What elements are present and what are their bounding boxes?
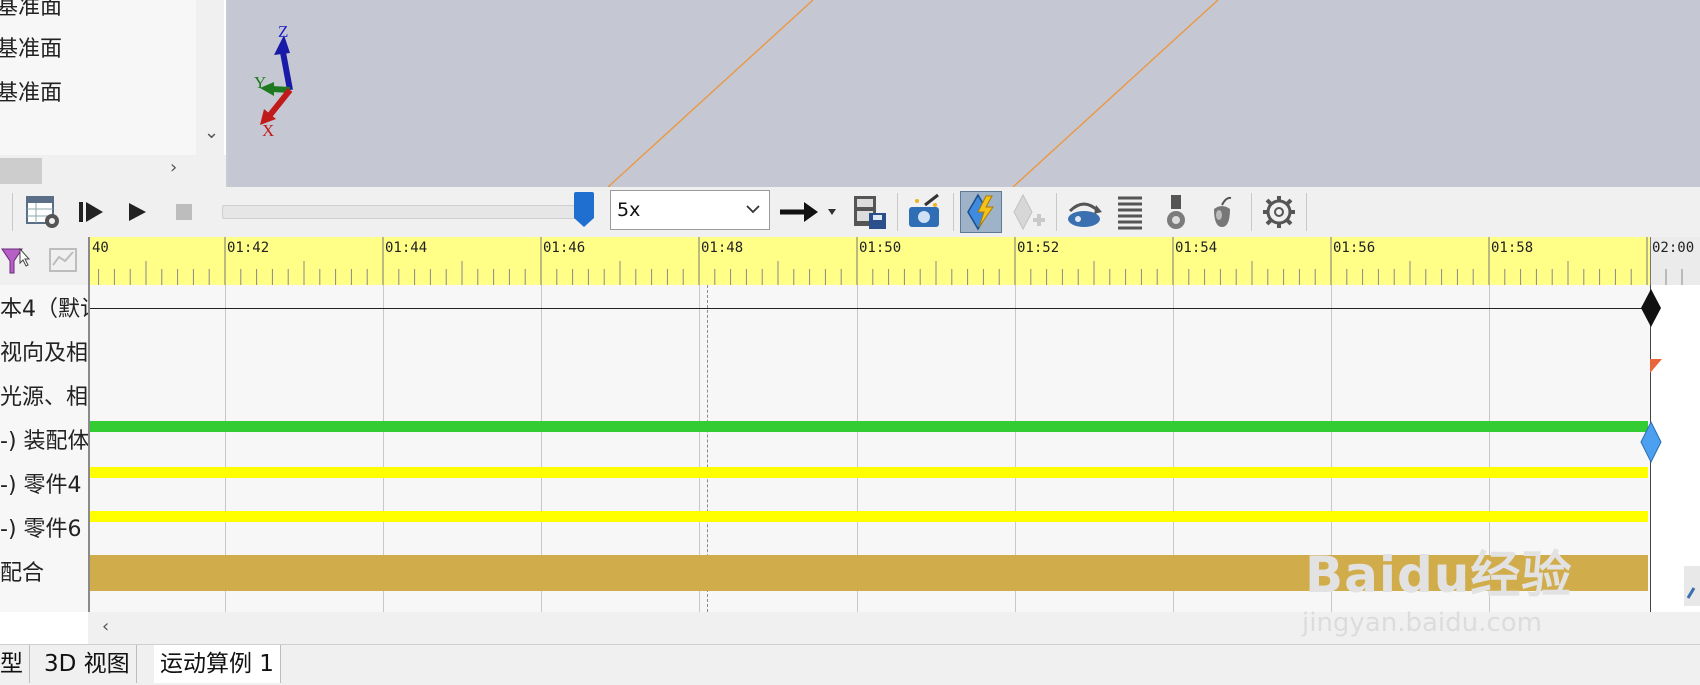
gear-icon (1263, 196, 1295, 228)
ruler-tick-label: 01:52 (1017, 240, 1060, 256)
timeline-change-bar-yellow[interactable] (90, 511, 1648, 522)
z-label: Z (278, 22, 288, 41)
graphics-viewport[interactable] (228, 0, 1700, 187)
motion-tree-filter-row (0, 237, 88, 285)
calculator-table-icon (26, 196, 59, 228)
timeline-row-bar[interactable] (90, 308, 1650, 309)
motor-icon (1068, 202, 1102, 227)
spring-button[interactable] (1109, 191, 1151, 233)
chevron-down-icon[interactable]: ⌄ (204, 122, 219, 143)
ruler-tick-label: 01:58 (1491, 240, 1534, 256)
chevron-down-icon (746, 205, 760, 214)
toolbar-separator (1251, 193, 1252, 231)
timeline-row-label[interactable]: -) 装配体 (0, 428, 88, 456)
add-key-button (1008, 191, 1050, 233)
feature-tree-panel: 基准面 基准面 基准面 (0, 0, 196, 155)
side-tool-icon[interactable] (1684, 566, 1700, 606)
model-edge-line (1012, 0, 1219, 187)
results-graph-icon (49, 248, 77, 272)
timeline-ruler-end: 02:00 (1650, 237, 1700, 285)
play-icon (129, 203, 146, 221)
gravity-apple-icon (1214, 196, 1232, 227)
key-point-diamond-selected[interactable] (1639, 420, 1663, 464)
film-save-icon (854, 196, 886, 229)
animation-wizard-button[interactable] (904, 191, 946, 233)
chevron-right-icon[interactable]: › (170, 157, 177, 178)
bottom-tab-bar: 型 3D 视图 运动算例 1 (0, 644, 1700, 685)
save-animation-button[interactable] (848, 191, 890, 233)
timeline-row-label[interactable]: 配合 (0, 560, 88, 588)
ruler-tick-label: 01:56 (1333, 240, 1376, 256)
watermark-url: jingyan.baidu.com (1302, 608, 1542, 638)
timeline-change-bar-yellow[interactable] (90, 467, 1648, 478)
motion-study-toolbar: 5x (0, 187, 1700, 237)
playback-slider-track[interactable] (222, 205, 592, 219)
play-button[interactable] (116, 191, 158, 233)
watermark-logo: Baidu经验 (1305, 546, 1573, 604)
timeline-row-label[interactable]: 本4（默认 (0, 296, 88, 324)
camera-wand-icon (909, 193, 939, 227)
tab-3d-view[interactable]: 3D 视图 (38, 645, 137, 683)
contact-button[interactable] (1155, 191, 1197, 233)
tree-item-plane[interactable]: 基准面 (0, 36, 62, 64)
ruler-tick-label: 01:46 (543, 240, 586, 256)
toolbar-separator (897, 193, 898, 231)
ruler-end-ticks (1650, 237, 1683, 285)
stop-icon (176, 204, 192, 220)
add-key-icon (1013, 193, 1045, 231)
tab-model[interactable]: 型 (0, 645, 30, 683)
timeline-ruler[interactable]: 40 01:42 01:44 01:46 01:48 01:50 01:52 0… (90, 237, 1650, 285)
tree-item-plane[interactable]: 基准面 (0, 0, 62, 22)
tree-vertical-scrollbar[interactable]: ⌄ (196, 0, 224, 155)
ruler-tick-label: 01:44 (385, 240, 428, 256)
toolbar-separator (1056, 193, 1057, 231)
timeline-row-label[interactable]: 视向及相机 (0, 340, 88, 368)
timeline-row-label[interactable]: -) 零件6 (0, 516, 88, 544)
toolbar-separator (1306, 193, 1307, 231)
motor-button[interactable] (1063, 191, 1105, 233)
filter-funnel-icon[interactable] (0, 245, 40, 277)
play-from-start-icon (79, 202, 103, 222)
stop-button[interactable] (163, 191, 205, 233)
gravity-button[interactable] (1201, 191, 1243, 233)
y-label: Y (254, 73, 266, 92)
playback-mode-button[interactable] (776, 191, 840, 233)
motion-tree-panel (0, 237, 88, 612)
playback-speed-select[interactable]: 5x (610, 190, 770, 230)
toolbar-separator (953, 193, 954, 231)
orange-marker (1650, 359, 1662, 373)
study-properties-button[interactable] (1258, 191, 1300, 233)
autokey-button[interactable] (960, 191, 1002, 233)
tab-motion-study-1[interactable]: 运动算例 1 (154, 645, 281, 683)
contact-icon (1167, 195, 1185, 229)
tree-horizontal-scrollbar[interactable]: › (0, 155, 228, 187)
timeline-row-label[interactable]: -) 零件4 (0, 472, 88, 500)
coordinate-triad: Z Y X (254, 22, 293, 140)
timeline-row-label[interactable]: 光源、相机 (0, 384, 88, 412)
calculate-button[interactable] (22, 191, 64, 233)
x-label: X (262, 121, 274, 140)
ruler-tick-label: 01:50 (859, 240, 902, 256)
timeline-change-bar-green[interactable] (90, 421, 1648, 432)
playback-slider-thumb[interactable] (573, 192, 595, 228)
playback-speed-value: 5x (617, 199, 641, 221)
model-edge-line (607, 0, 814, 187)
viewport-canvas (607, 0, 1219, 187)
play-from-start-button[interactable] (70, 191, 112, 233)
spring-icon (1118, 196, 1142, 230)
scrollbar-thumb[interactable] (0, 158, 42, 184)
ruler-tick-label: 01:48 (701, 240, 744, 256)
chevron-left-icon[interactable]: ‹ (102, 616, 109, 637)
ruler-tick-label: 01:54 (1175, 240, 1218, 256)
ruler-tick-label: 40 (92, 240, 109, 256)
toolbar-separator (12, 193, 13, 231)
ruler-tick-label: 01:42 (227, 240, 270, 256)
arrow-right-icon (780, 202, 836, 222)
tree-item-plane[interactable]: 基准面 (0, 80, 62, 108)
autokey-lightning-icon (967, 193, 994, 231)
key-point-diamond[interactable] (1639, 287, 1663, 329)
